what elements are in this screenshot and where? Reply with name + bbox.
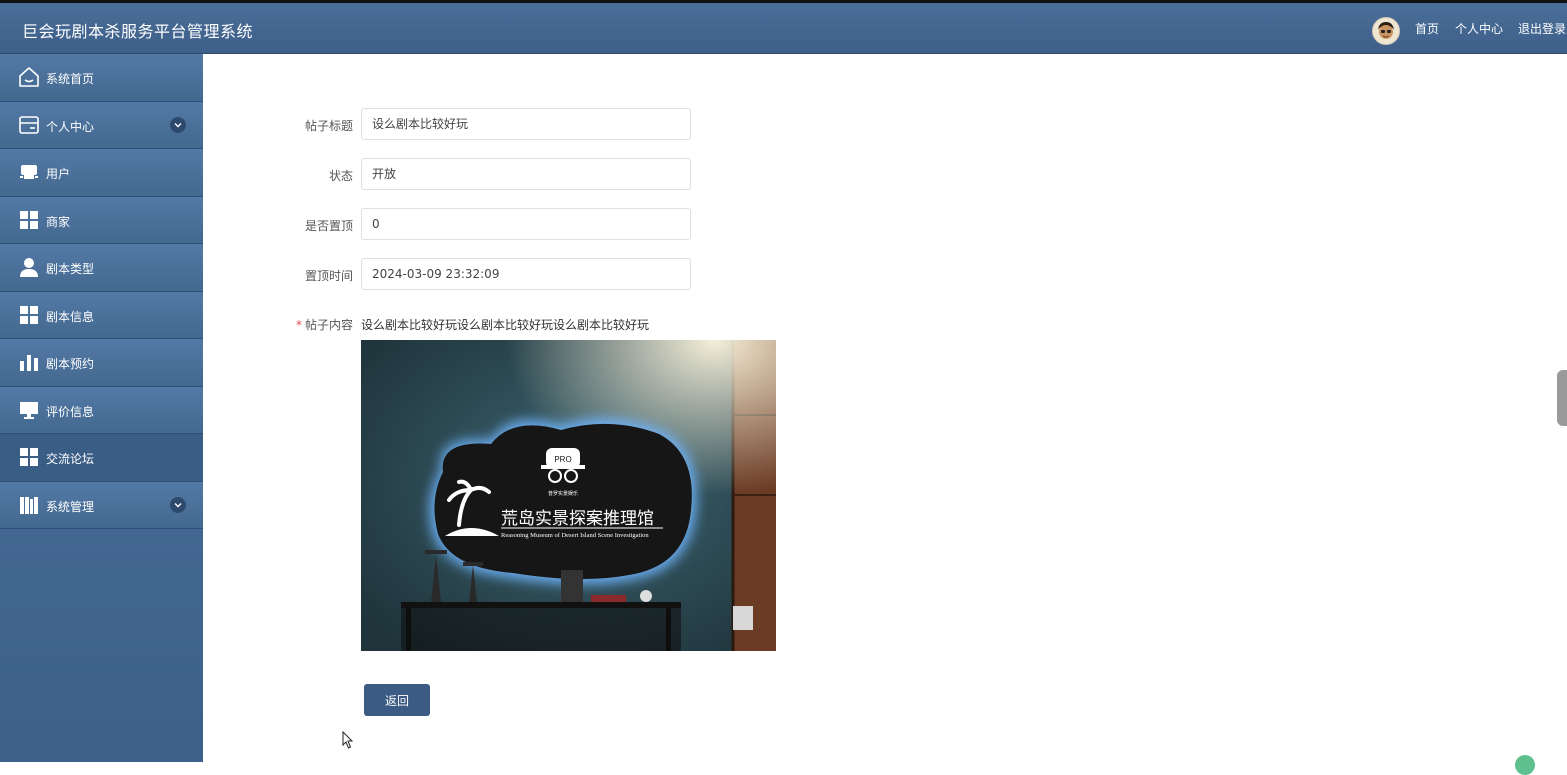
sidebar-item-users[interactable]: 用户	[0, 149, 203, 197]
sidebar-item-script-booking[interactable]: 剧本预约	[0, 339, 203, 387]
scroll-handle[interactable]	[1557, 370, 1567, 426]
printer-icon	[20, 165, 38, 179]
sidebar-item-label: 商家	[46, 214, 71, 229]
sidebar-item-profile[interactable]: 个人中心	[0, 101, 203, 149]
header-profile-link[interactable]: 个人中心	[1455, 20, 1503, 37]
sidebar-item-label: 剧本类型	[46, 262, 95, 276]
sidebar-item-reviews[interactable]: 评价信息	[0, 386, 203, 434]
main-content: 帖子标题 设么剧本比较好玩 状态 开放 是否置顶 0 置顶时间 2024-03-…	[204, 54, 1567, 762]
sidebar-item-label: 剧本信息	[46, 309, 95, 324]
sidebar-item-label: 剧本预约	[46, 357, 95, 371]
sidebar-item-forum[interactable]: 交流论坛	[0, 434, 203, 482]
monitor-icon	[20, 401, 38, 419]
grid-icon	[20, 448, 38, 466]
sidebar-item-label: 用户	[46, 167, 71, 181]
sidebar-item-label: 交流论坛	[46, 452, 95, 466]
person-icon	[20, 258, 38, 277]
sidebar-item-merchants[interactable]: 商家	[0, 196, 203, 244]
status-field[interactable]: 开放	[361, 158, 691, 190]
photo-sign-cn: 荒岛实景探案推理馆	[501, 509, 654, 529]
top-header: 巨会玩剧本杀服务平台管理系统 首页 个人中心 退出登录	[0, 3, 1567, 54]
title-label: 帖子标题	[304, 119, 353, 133]
mouse-cursor-icon	[342, 731, 354, 749]
status-label: 状态	[328, 169, 353, 183]
pinned-field[interactable]: 0	[361, 208, 691, 240]
sidebar-item-label: 系统管理	[46, 499, 95, 514]
sidebar: 系统首页 个人中心 用户 商家 剧本类型 剧本信息 剧本预约 评价信息 交流论坛…	[0, 54, 203, 762]
post-image: PRO 普罗实景娱乐 荒岛实景探案推理馆 Reasoning Museum of…	[361, 340, 776, 651]
pin-time-label: 置顶时间	[304, 269, 353, 283]
back-button[interactable]: 返回	[364, 684, 430, 716]
sidebar-item-script-types[interactable]: 剧本类型	[0, 244, 203, 292]
post-content-text: 设么剧本比较好玩设么剧本比较好玩设么剧本比较好玩	[361, 318, 650, 332]
wallet-icon	[19, 115, 39, 134]
grid-icon	[20, 210, 38, 229]
sidebar-item-label: 个人中心	[46, 119, 95, 134]
pin-time-field[interactable]: 2024-03-09 23:32:09	[361, 258, 691, 290]
required-mark: *	[295, 318, 302, 332]
sidebar-item-system[interactable]: 系统管理	[0, 481, 203, 529]
photo-brand-sub: 普罗实景娱乐	[548, 490, 578, 497]
pinned-label: 是否置顶	[304, 219, 353, 233]
photo-brand-badge: PRO	[554, 455, 571, 464]
chevron-down-icon[interactable]	[170, 116, 186, 133]
content-label: * 帖子内容	[233, 316, 353, 333]
title-field[interactable]: 设么剧本比较好玩	[361, 108, 691, 140]
chevron-down-icon[interactable]	[170, 496, 186, 513]
books-icon	[20, 496, 38, 514]
home-icon	[19, 67, 39, 87]
sidebar-item-home[interactable]: 系统首页	[0, 54, 203, 102]
sidebar-item-label: 系统首页	[46, 72, 95, 86]
app-title: 巨会玩剧本杀服务平台管理系统	[22, 22, 254, 41]
header-logout-link[interactable]: 退出登录	[1518, 20, 1566, 37]
sidebar-item-label: 评价信息	[46, 404, 95, 419]
floating-widget[interactable]	[1515, 755, 1535, 775]
grid-icon	[20, 305, 38, 324]
user-avatar[interactable]	[1372, 17, 1400, 45]
header-home-link[interactable]: 首页	[1415, 20, 1439, 37]
sidebar-item-script-info[interactable]: 剧本信息	[0, 291, 203, 339]
content-label-text: 帖子内容	[304, 318, 353, 332]
photo-sign-en: Reasoning Museum of Desert Island Scene …	[501, 532, 649, 539]
bar-chart-icon	[20, 355, 38, 371]
